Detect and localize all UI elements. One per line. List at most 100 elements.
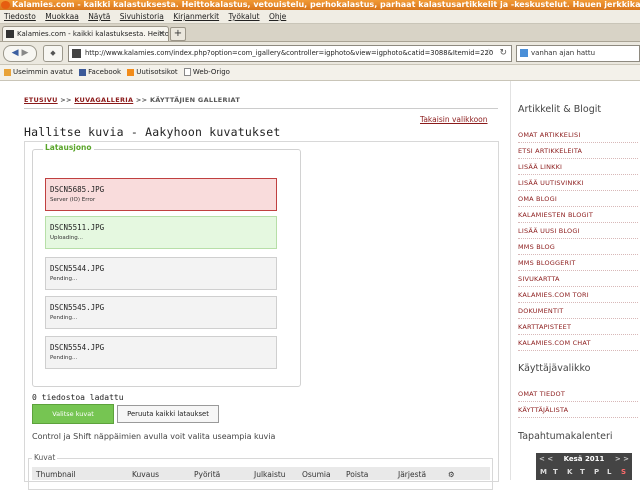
queue-status: Uploading... — [50, 235, 84, 241]
column-order: Järjestä — [398, 470, 427, 479]
back-forward-button[interactable]: ◀ ▶ — [3, 45, 37, 62]
close-tab-icon[interactable]: ✕ — [158, 27, 165, 41]
url-bar[interactable]: http://www.kalamies.com/index.php?option… — [68, 45, 512, 62]
queue-filename: DSCN5685.JPG — [50, 185, 105, 194]
bookmark-star-icon[interactable]: ☆ — [485, 46, 493, 61]
column-published: Julkaistu — [254, 470, 286, 479]
weekday-label: M — [540, 468, 547, 476]
sidebar-link[interactable]: OMAT TIEDOT — [518, 387, 638, 402]
weekday-label: S — [621, 468, 627, 476]
search-engine-icon[interactable] — [520, 49, 528, 57]
bookmark-label: Uutisotsikot — [136, 68, 178, 76]
sidebar-link[interactable]: OMA BLOGI — [518, 192, 638, 207]
sidebar-link[interactable]: KARTTAPISTEET — [518, 320, 638, 335]
articles-heading: Artikkelit & Blogit — [518, 104, 602, 115]
menu-file[interactable]: Tiedosto — [4, 12, 36, 21]
page-title: Hallitse kuvia - Aakyhoon kuvatukset — [24, 125, 281, 139]
facebook-icon — [79, 68, 87, 76]
shield-icon: ◆ — [50, 49, 56, 57]
save-order-icon[interactable]: ⚙ — [448, 470, 455, 479]
reload-icon[interactable]: ↻ — [499, 46, 507, 61]
column-description: Kuvaus — [132, 470, 159, 479]
sidebar-link[interactable]: ETSI ARTIKKELEITA — [518, 144, 638, 159]
calendar-weekdays: M T K T P L S — [536, 468, 632, 480]
bookmark-headlines[interactable]: Uutisotsikot — [127, 65, 178, 80]
queue-status: Pending... — [50, 276, 78, 282]
sidebar: Artikkelit & Blogit OMAT ARTIKKELISI ETS… — [510, 81, 640, 480]
column-thumbnail: Thumbnail — [36, 470, 76, 479]
queue-filename: DSCN5545.JPG — [50, 303, 105, 312]
identity-button[interactable]: ◆ — [43, 45, 63, 62]
firefox-icon — [1, 0, 10, 9]
search-bar[interactable]: vanhan ajan hattu — [516, 45, 640, 62]
column-rotate: Pyöritä — [194, 470, 221, 479]
sidebar-link[interactable]: SIVUKARTTA — [518, 272, 638, 287]
site-favicon-icon — [72, 48, 81, 58]
sidebar-link[interactable]: DOKUMENTIT — [518, 304, 638, 319]
search-input[interactable]: vanhan ajan hattu — [531, 49, 595, 57]
menu-help[interactable]: Ohje — [269, 12, 286, 21]
menu-edit[interactable]: Muokkaa — [45, 12, 79, 21]
calendar-header: < < Kesä 2011 > > — [536, 454, 632, 465]
sidebar-link[interactable]: KÄYTTÄJÄLISTA — [518, 403, 638, 418]
calendar-month: Kesä 2011 — [563, 455, 605, 463]
menu-history[interactable]: Sivuhistoria — [120, 12, 164, 21]
images-table-header: Thumbnail Kuvaus Pyöritä Julkaistu Osumi… — [32, 467, 490, 480]
back-arrow-icon[interactable]: ◀ — [12, 48, 19, 58]
bookmark-label: Web-Origo — [192, 68, 230, 76]
page-icon — [183, 68, 191, 76]
column-delete: Poista — [346, 470, 369, 479]
queue-status: Server (IO) Error — [50, 197, 96, 203]
favicon-icon — [6, 30, 14, 38]
divider — [24, 108, 498, 109]
url-text[interactable]: http://www.kalamies.com/index.php?option… — [85, 49, 493, 57]
bookmark-facebook[interactable]: Facebook — [79, 65, 121, 80]
most-visited-icon — [4, 68, 11, 76]
sidebar-link[interactable]: KALAMIESTEN BLOGIT — [518, 208, 638, 223]
images-legend: Kuvat — [32, 453, 58, 462]
weekday-label: T — [553, 468, 558, 476]
weekday-label: K — [567, 468, 573, 476]
tab-kalamies[interactable]: Kalamies.com - kaikki kalastuksesta. Hei… — [2, 26, 169, 41]
breadcrumb: ETUSIVU >> KUVAGALLERIA >> KÄYTTÄJIEN GA… — [24, 96, 240, 104]
sidebar-link[interactable]: KALAMIES.COM CHAT — [518, 336, 638, 351]
menu-tools[interactable]: Työkalut — [229, 12, 260, 21]
sidebar-link[interactable]: OMAT ARTIKKELISI — [518, 128, 638, 143]
bookmark-most-visited[interactable]: Useimmin avatut — [4, 65, 73, 80]
queue-item: DSCN5554.JPG Pending... — [45, 336, 277, 369]
queue-filename: DSCN5511.JPG — [50, 223, 105, 232]
breadcrumb-current: KÄYTTÄJIEN GALLERIAT — [149, 96, 241, 104]
bookmark-label: Facebook — [88, 68, 122, 76]
sidebar-link[interactable]: KALAMIES.COM TORI — [518, 288, 638, 303]
breadcrumb-gallery[interactable]: KUVAGALLERIA — [74, 96, 133, 104]
sidebar-link[interactable]: MMS BLOG — [518, 240, 638, 255]
breadcrumb-separator: >> — [135, 96, 148, 104]
sidebar-link[interactable]: LISÄÄ UUSI BLOGI — [518, 224, 638, 239]
queue-filename: DSCN5554.JPG — [50, 343, 105, 352]
calendar-heading: Tapahtumakalenteri — [518, 431, 613, 442]
rss-icon — [127, 68, 135, 76]
calendar-prev-button[interactable]: < < — [539, 454, 553, 465]
breadcrumb-home[interactable]: ETUSIVU — [24, 96, 58, 104]
sidebar-link[interactable]: LISÄÄ UUTISVINKKI — [518, 176, 638, 191]
window-titlebar: Kalamies.com - kaikki kalastuksesta. Hei… — [0, 0, 640, 10]
bookmark-web-origo[interactable]: Web-Origo — [183, 65, 230, 80]
calendar-next-button[interactable]: > > — [615, 454, 629, 465]
sidebar-link[interactable]: MMS BLOGGERIT — [518, 256, 638, 271]
menu-bookmarks[interactable]: Kirjanmerkit — [173, 12, 219, 21]
queue-status: Pending... — [50, 315, 78, 321]
select-images-button[interactable]: Valitse kuvat — [32, 404, 114, 424]
menu-view[interactable]: Näytä — [88, 12, 110, 21]
upload-queue-legend: Latausjono — [43, 143, 94, 152]
sidebar-link[interactable]: LISÄÄ LINKKI — [518, 160, 638, 175]
bookmarks-toolbar: Useimmin avatut Facebook Uutisotsikot We… — [0, 65, 640, 81]
queue-item: DSCN5511.JPG Uploading... — [45, 216, 277, 249]
back-to-menu-link[interactable]: Takaisin valikkoon — [420, 115, 488, 124]
new-tab-button[interactable]: + — [170, 27, 186, 41]
forward-arrow-icon[interactable]: ▶ — [21, 48, 28, 58]
menubar: Tiedosto Muokkaa Näytä Sivuhistoria Kirj… — [0, 10, 640, 24]
queue-item: DSCN5685.JPG Server (IO) Error — [45, 178, 277, 211]
weekday-label: L — [607, 468, 612, 476]
cancel-all-uploads-button[interactable]: Peruuta kaikki lataukset — [117, 405, 219, 423]
multi-select-hint: Control ja Shift näppäimien avulla voit … — [32, 432, 276, 441]
